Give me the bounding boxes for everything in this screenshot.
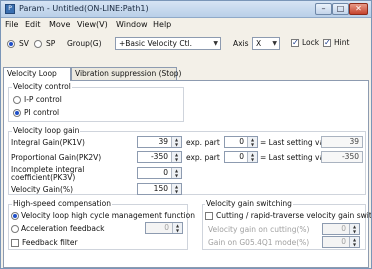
- menu-window[interactable]: Window: [116, 20, 148, 29]
- menu-help[interactable]: Help: [153, 20, 171, 29]
- acceleration-feedback-label: Acceleration feedback: [21, 224, 105, 233]
- spin-arrows-icon: ▲ ▼: [349, 224, 359, 234]
- chevron-down-icon: ▼: [272, 40, 277, 47]
- group-label: Group(G): [67, 39, 102, 48]
- menu-edit[interactable]: Edit: [25, 20, 41, 29]
- spin-arrows-icon: ▲ ▼: [171, 184, 181, 194]
- tab-velocity-loop[interactable]: Velocity Loop: [3, 67, 71, 81]
- proportional-exp-label: exp. part: [186, 153, 220, 162]
- cutting-gain-stepper[interactable]: 0 ▲ ▼: [322, 223, 360, 235]
- high-cycle-radio[interactable]: [11, 212, 19, 220]
- high-cycle-label: Velocity loop high cycle management func…: [21, 211, 195, 220]
- gain-switching-checkbox[interactable]: [205, 212, 213, 220]
- spin-arrows-icon: ▲ ▼: [247, 152, 257, 162]
- axis-label: Axis: [233, 39, 249, 48]
- lock-checkbox[interactable]: [291, 38, 299, 47]
- window-title: Param - Untitled(ON-LINE:Path1): [19, 4, 149, 13]
- acceleration-feedback-radio[interactable]: [11, 225, 19, 233]
- spin-arrows-icon: ▲ ▼: [172, 223, 182, 233]
- hint-label: Hint: [334, 38, 350, 47]
- pi-control-label: PI control: [24, 108, 60, 117]
- chevron-down-icon: ▼: [213, 40, 218, 47]
- integral-exp-stepper[interactable]: 0 ▲ ▼: [224, 136, 258, 148]
- spin-arrows-icon: ▲ ▼: [349, 237, 359, 247]
- integral-last-value: 39: [321, 136, 363, 148]
- feedback-filter-checkbox[interactable]: [11, 239, 19, 247]
- proportional-gain-stepper[interactable]: -350 ▲ ▼: [137, 151, 182, 163]
- param-window: P Param - Untitled(ON-LINE:Path1) – □ ✕ …: [0, 0, 372, 269]
- integral-exp-label: exp. part: [186, 138, 220, 147]
- sp-radio[interactable]: [34, 40, 42, 48]
- spin-arrows-icon: ▲ ▼: [171, 152, 181, 162]
- menu-file[interactable]: File: [5, 20, 18, 29]
- hint-checkbox[interactable]: [323, 38, 331, 47]
- velocity-loop-panel: Velocity control I-P control PI control …: [3, 80, 372, 268]
- integral-gain-stepper[interactable]: 39 ▲ ▼: [137, 136, 182, 148]
- tab-vibration-suppression[interactable]: Vibration suppression (Stop): [71, 67, 181, 80]
- sp-label: SP: [46, 39, 56, 48]
- app-icon: P: [5, 4, 15, 14]
- close-button[interactable]: ✕: [349, 3, 368, 15]
- lock-label: Lock: [302, 38, 320, 47]
- spin-arrows-icon: ▲ ▼: [171, 137, 181, 147]
- gain-switching-label: Cutting / rapid-traverse velocity gain s…: [216, 211, 372, 220]
- feedback-filter-label: Feedback filter: [22, 238, 78, 247]
- velocity-gain-switching-title: Velocity gain switching: [205, 199, 293, 208]
- high-speed-compensation-title: High-speed compensation: [12, 199, 113, 208]
- maximize-button[interactable]: □: [332, 3, 349, 15]
- incomplete-integral-stepper[interactable]: 0 ▲ ▼: [137, 167, 182, 179]
- velocity-loop-gain-title: Velocity loop gain: [12, 126, 81, 135]
- sv-label: SV: [19, 39, 29, 48]
- incomplete-integral-label-2: coefficient(PK3V): [11, 173, 76, 182]
- menu-view[interactable]: View(V): [77, 20, 108, 29]
- toolbar: SV SP Group(G) +Basic Velocity Ctl. ▼ Axi…: [1, 32, 371, 54]
- acceleration-feedback-stepper[interactable]: 0 ▲ ▼: [145, 222, 183, 234]
- integral-gain-label: Integral Gain(PK1V): [11, 138, 85, 147]
- group-select[interactable]: +Basic Velocity Ctl. ▼: [115, 37, 221, 50]
- spin-arrows-icon: ▲ ▼: [171, 168, 181, 178]
- pi-control-radio[interactable]: [13, 109, 21, 117]
- proportional-gain-label: Proportional Gain(PK2V): [11, 153, 102, 162]
- proportional-last-value: -350: [321, 151, 363, 163]
- axis-select[interactable]: X ▼: [252, 37, 280, 50]
- title-bar[interactable]: P Param - Untitled(ON-LINE:Path1) – □ ✕: [1, 1, 371, 18]
- g05-gain-label: Gain on G05.4Q1 mode(%): [208, 238, 310, 247]
- proportional-exp-stepper[interactable]: 0 ▲ ▼: [224, 151, 258, 163]
- velocity-gain-label: Velocity Gain(%): [11, 185, 74, 194]
- velocity-control-title: Velocity control: [12, 82, 72, 91]
- cutting-gain-label: Velocity gain on cutting(%): [208, 225, 310, 234]
- sv-radio[interactable]: [7, 40, 15, 48]
- minimize-button[interactable]: –: [315, 3, 332, 15]
- g05-gain-stepper[interactable]: 0 ▲ ▼: [322, 236, 360, 248]
- menu-bar: File Edit Move View(V) Window Help: [1, 18, 371, 31]
- ip-control-label: I-P control: [24, 95, 62, 104]
- spin-arrows-icon: ▲ ▼: [247, 137, 257, 147]
- menu-move[interactable]: Move: [49, 20, 70, 29]
- ip-control-radio[interactable]: [13, 96, 21, 104]
- velocity-gain-stepper[interactable]: 150 ▲ ▼: [137, 183, 182, 195]
